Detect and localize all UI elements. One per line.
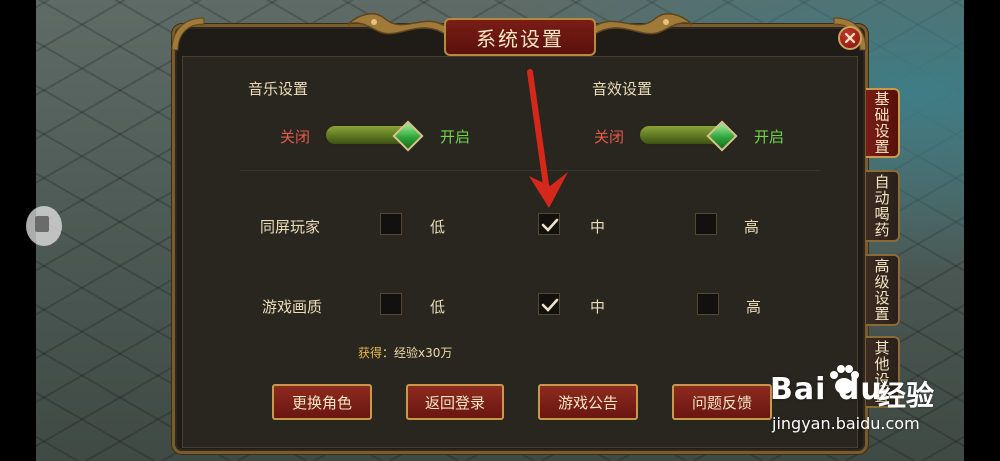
watermark-product: 经验 [878, 379, 935, 412]
quality-mid-checkbox[interactable] [538, 293, 560, 315]
reward-text: 获得：经验x30万 [358, 344, 452, 361]
tab-advanced-settings[interactable]: 高级设置 [866, 254, 900, 326]
music-on-label: 开启 [440, 128, 471, 146]
graphics-quality-label: 游戏画质 [262, 298, 323, 316]
music-toggle[interactable] [324, 120, 424, 152]
watermark-url: jingyan.baidu.com [772, 414, 920, 433]
quality-low-checkbox[interactable] [380, 293, 402, 315]
players-low-label: 低 [430, 218, 446, 236]
letterbox-right [964, 0, 1000, 461]
panel-title-plate: 系统设置 [444, 18, 596, 56]
close-button[interactable] [838, 26, 862, 50]
corner-ornament-left [171, 17, 205, 51]
quality-high-checkbox[interactable] [697, 293, 719, 315]
game-announcement-button[interactable]: 游戏公告 [538, 384, 638, 420]
tab-basic-settings[interactable]: 基础设置 [866, 88, 900, 158]
players-high-label: 高 [744, 218, 760, 236]
same-screen-players-label: 同屏玩家 [260, 218, 321, 236]
change-role-button[interactable]: 更换角色 [272, 384, 372, 420]
panel-title: 系统设置 [476, 26, 564, 51]
quality-high-label: 高 [746, 298, 762, 316]
tab-auto-potion[interactable]: 自动喝药 [866, 170, 900, 242]
quality-mid-label: 中 [590, 298, 606, 316]
side-menu-button[interactable] [26, 206, 62, 246]
effects-toggle[interactable] [638, 120, 738, 152]
tab-label: 基础设置 [872, 91, 891, 155]
paw-logo-icon [830, 365, 859, 394]
checkmark-icon [541, 298, 559, 312]
music-off-label: 关闭 [280, 128, 311, 146]
menu-icon [35, 216, 49, 232]
effects-settings-label: 音效设置 [592, 80, 653, 98]
players-mid-label: 中 [590, 218, 606, 236]
feedback-button[interactable]: 问题反馈 [672, 384, 772, 420]
players-high-checkbox[interactable] [695, 213, 717, 235]
tab-label: 自动喝药 [872, 174, 891, 238]
dragon-ornament-left [347, 12, 448, 37]
section-divider [240, 170, 820, 171]
players-low-checkbox[interactable] [380, 213, 402, 235]
quality-low-label: 低 [430, 298, 446, 316]
back-to-login-button[interactable]: 返回登录 [406, 384, 504, 420]
checkmark-icon [541, 218, 559, 232]
players-mid-checkbox[interactable] [538, 213, 560, 235]
tab-label: 高级设置 [872, 258, 891, 322]
effects-on-label: 开启 [754, 128, 785, 146]
close-icon [844, 32, 856, 44]
music-settings-label: 音乐设置 [248, 80, 309, 98]
effects-off-label: 关闭 [594, 128, 625, 146]
reward-detail: ：经验x30万 [382, 346, 453, 360]
dragon-ornament-right [592, 12, 693, 37]
reward-prefix: 获得 [358, 346, 383, 360]
